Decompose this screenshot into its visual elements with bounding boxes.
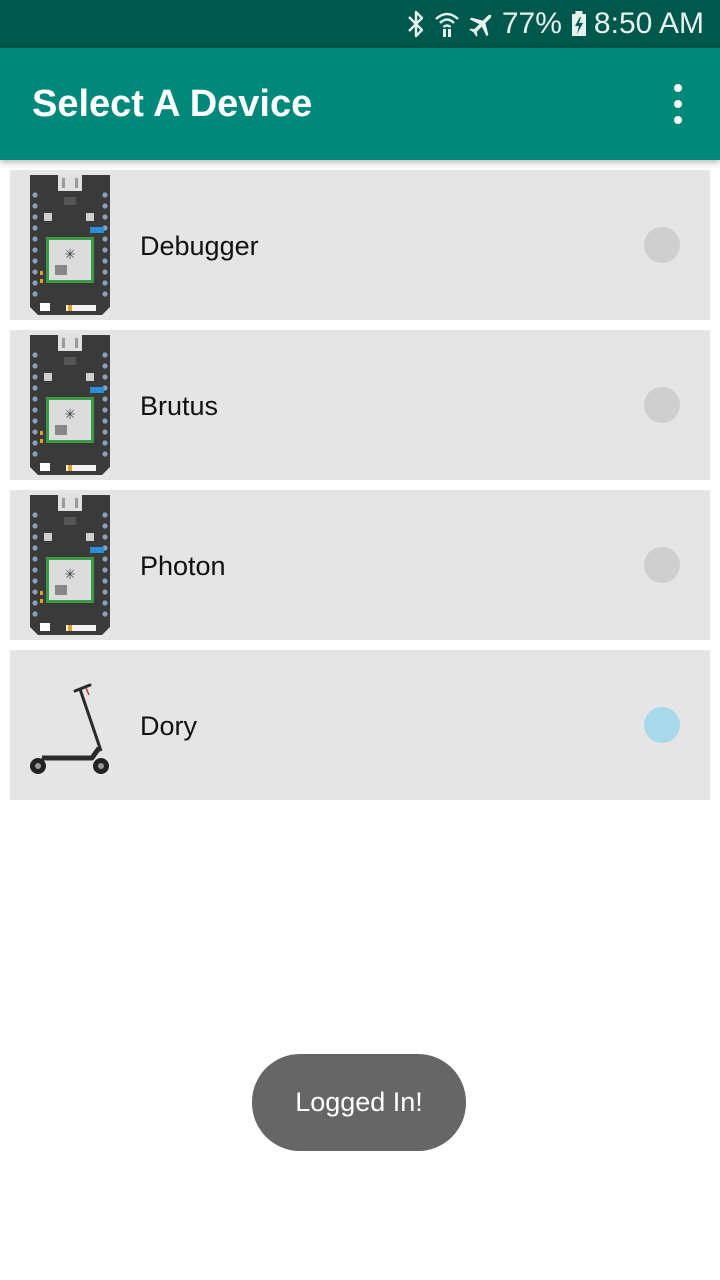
battery-percent: 77% bbox=[501, 7, 562, 40]
app-bar: Select A Device bbox=[0, 48, 720, 160]
device-radio-selected[interactable] bbox=[644, 707, 680, 743]
overflow-menu-icon[interactable] bbox=[658, 84, 698, 124]
scooter-image bbox=[30, 683, 109, 774]
photon-board-image: ✳ bbox=[30, 175, 110, 315]
status-time: 8:50 AM bbox=[593, 7, 704, 40]
device-item-photon[interactable]: ✳ Photon bbox=[10, 490, 710, 640]
device-name: Brutus bbox=[140, 391, 219, 421]
status-bar: 77% 8:50 AM bbox=[0, 0, 720, 48]
menu-dot bbox=[674, 116, 682, 124]
photon-board-image: ✳ bbox=[30, 495, 110, 635]
svg-text:✳: ✳ bbox=[64, 407, 76, 423]
device-name: Dory bbox=[140, 711, 198, 741]
menu-dot bbox=[674, 84, 682, 92]
device-radio[interactable] bbox=[644, 387, 680, 423]
menu-dot bbox=[674, 100, 682, 108]
device-item-brutus[interactable]: ✳ Brutus bbox=[10, 330, 710, 480]
device-radio[interactable] bbox=[644, 547, 680, 583]
device-radio[interactable] bbox=[644, 227, 680, 263]
airplane-mode-icon bbox=[468, 0, 496, 48]
device-item-dory[interactable]: Dory bbox=[10, 650, 710, 800]
device-name: Photon bbox=[140, 551, 226, 581]
wifi-icon bbox=[434, 0, 460, 48]
device-list: ✳ Debugger ✳ Brutus ✳ Photon Dory bbox=[10, 170, 710, 810]
battery-charging-icon bbox=[570, 0, 588, 48]
bluetooth-icon bbox=[406, 0, 426, 48]
svg-text:✳: ✳ bbox=[64, 567, 76, 583]
device-name: Debugger bbox=[140, 231, 259, 261]
toast-message: Logged In! bbox=[252, 1054, 466, 1151]
photon-board-image: ✳ bbox=[30, 335, 110, 475]
svg-text:✳: ✳ bbox=[64, 247, 76, 263]
device-item-debugger[interactable]: ✳ Debugger bbox=[10, 170, 710, 320]
page-title: Select A Device bbox=[32, 83, 313, 125]
